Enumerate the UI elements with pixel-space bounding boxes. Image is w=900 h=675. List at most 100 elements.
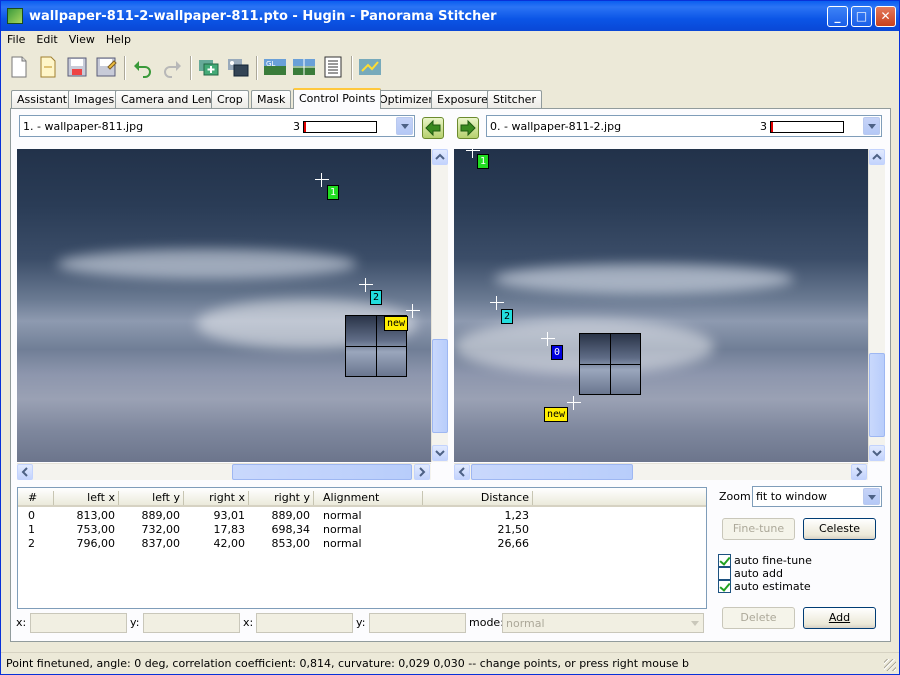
table-row[interactable]: 1 753,00 732,00 17,83 698,34 normal 21,50	[18, 523, 706, 537]
undo-icon[interactable]	[131, 55, 155, 79]
control-point-marker[interactable]	[567, 396, 581, 410]
close-button[interactable]: ✕	[875, 6, 896, 27]
control-points-table[interactable]: # left x left y right x right y Alignmen…	[17, 487, 707, 609]
column-header[interactable]: left x	[55, 491, 119, 505]
table-cell: 796,00	[76, 537, 116, 550]
celeste-button[interactable]: Celeste	[803, 518, 876, 540]
mode-value: normal	[506, 617, 545, 630]
tab-mask[interactable]: Mask	[251, 90, 292, 108]
tab-camera-and-lens[interactable]: Camera and Lens	[115, 90, 224, 108]
control-point-label[interactable]: 1	[477, 154, 490, 169]
column-header[interactable]: #	[28, 491, 54, 505]
title-bar[interactable]: wallpaper-811-2-wallpaper-811.pto - Hugi…	[1, 1, 899, 31]
control-point-marker[interactable]	[541, 332, 555, 346]
control-point-label[interactable]: 2	[370, 290, 383, 305]
main-window: wallpaper-811-2-wallpaper-811.pto - Hugi…	[0, 0, 900, 675]
resize-grip-icon[interactable]	[884, 659, 896, 671]
control-point-label[interactable]: 1	[327, 185, 340, 200]
scroll-right-button[interactable]	[851, 464, 867, 480]
right-image-canvas[interactable]: 1 2 0 new	[454, 149, 868, 462]
tab-images[interactable]: Images	[68, 90, 121, 108]
auto-finetune-checkbox[interactable]	[718, 554, 731, 567]
add-images-icon[interactable]	[197, 55, 221, 79]
save-project-icon[interactable]	[65, 55, 89, 79]
right-image-select[interactable]: 0. - wallpaper-811-2.jpg 3	[486, 115, 882, 137]
menu-view[interactable]: View	[63, 31, 100, 46]
mode-select[interactable]: normal	[502, 613, 704, 633]
tab-assistant[interactable]: Assistant	[11, 90, 74, 108]
tab-exposure[interactable]: Exposure	[431, 90, 494, 108]
window-title: wallpaper-811-2-wallpaper-811.pto - Hugi…	[29, 9, 497, 24]
preview-icon[interactable]	[292, 55, 316, 79]
zoom-select[interactable]: fit to window	[752, 486, 882, 507]
auto-add-checkbox[interactable]	[718, 567, 731, 580]
left-image-select[interactable]: 1. - wallpaper-811.jpg 3	[19, 115, 415, 137]
left-vertical-scrollbar[interactable]	[431, 149, 448, 462]
right-y-input[interactable]	[369, 613, 466, 633]
minimize-button[interactable]: _	[827, 6, 848, 27]
scroll-up-button[interactable]	[432, 149, 448, 165]
right-horizontal-scrollbar[interactable]	[454, 463, 868, 480]
finetune-button[interactable]: Fine-tune	[722, 518, 795, 540]
hugin-app-icon	[7, 8, 23, 24]
new-project-icon[interactable]	[7, 55, 31, 79]
scroll-down-button[interactable]	[432, 445, 448, 461]
scroll-thumb[interactable]	[869, 353, 885, 437]
left-horizontal-scrollbar[interactable]	[17, 463, 431, 480]
scroll-thumb[interactable]	[432, 339, 448, 433]
column-header[interactable]: right y	[250, 491, 314, 505]
chevron-down-icon[interactable]	[863, 488, 880, 505]
scroll-left-button[interactable]	[17, 464, 33, 480]
menu-help[interactable]: Help	[100, 31, 136, 46]
tab-control-points[interactable]: Control Points	[293, 88, 382, 109]
table-cell: 853,00	[271, 537, 311, 550]
add-time-images-icon[interactable]	[226, 55, 250, 79]
optimize-icon[interactable]	[358, 55, 382, 79]
table-row[interactable]: 2 796,00 837,00 42,00 853,00 normal 26,66	[18, 537, 706, 551]
column-header[interactable]: Distance	[424, 491, 533, 505]
right-x-input[interactable]	[256, 613, 353, 633]
toolbar: GL	[1, 51, 899, 85]
scroll-right-button[interactable]	[414, 464, 430, 480]
redo-icon[interactable]	[160, 55, 184, 79]
left-y-label: y:	[130, 616, 140, 629]
control-point-marker[interactable]	[490, 296, 504, 310]
column-header[interactable]: Alignment	[323, 491, 423, 505]
layout-list-icon[interactable]	[321, 55, 345, 79]
left-y-input[interactable]	[143, 613, 240, 633]
opengl-preview-icon[interactable]: GL	[263, 55, 287, 79]
delete-button[interactable]: Delete	[722, 607, 795, 629]
column-header[interactable]: left y	[120, 491, 184, 505]
column-header[interactable]: right x	[185, 491, 249, 505]
save-as-icon[interactable]	[94, 55, 118, 79]
left-image-canvas[interactable]: 1 2 new	[17, 149, 431, 462]
control-point-label[interactable]: 2	[501, 309, 514, 324]
left-x-input[interactable]	[30, 613, 127, 633]
tab-stitcher[interactable]: Stitcher	[487, 90, 542, 108]
open-project-icon[interactable]	[36, 55, 60, 79]
table-cell: 21,50	[497, 523, 530, 536]
scroll-up-button[interactable]	[869, 149, 885, 165]
tab-crop[interactable]: Crop	[211, 90, 249, 108]
table-cell: 0	[28, 509, 35, 522]
tab-optimizer[interactable]: Optimizer	[373, 90, 439, 108]
new-point-label[interactable]: new	[384, 316, 409, 331]
table-row[interactable]: 0 813,00 889,00 93,01 889,00 normal 1,23	[18, 509, 706, 523]
next-image-button[interactable]	[457, 117, 479, 139]
new-point-label[interactable]: new	[544, 407, 569, 422]
right-vertical-scrollbar[interactable]	[868, 149, 885, 462]
control-point-label[interactable]: 0	[551, 345, 564, 360]
control-point-marker[interactable]	[406, 304, 420, 318]
menu-file[interactable]: File	[1, 31, 30, 46]
maximize-button[interactable]: □	[851, 6, 872, 27]
scroll-thumb[interactable]	[232, 464, 412, 480]
previous-image-button[interactable]	[422, 117, 444, 139]
scroll-left-button[interactable]	[454, 464, 470, 480]
add-button[interactable]: Add	[803, 607, 876, 629]
chevron-down-icon[interactable]	[396, 117, 413, 135]
scroll-thumb[interactable]	[471, 464, 633, 480]
chevron-down-icon[interactable]	[863, 117, 880, 135]
scroll-down-button[interactable]	[869, 445, 885, 461]
menu-edit[interactable]: Edit	[30, 31, 62, 46]
auto-estimate-checkbox[interactable]	[718, 580, 731, 593]
